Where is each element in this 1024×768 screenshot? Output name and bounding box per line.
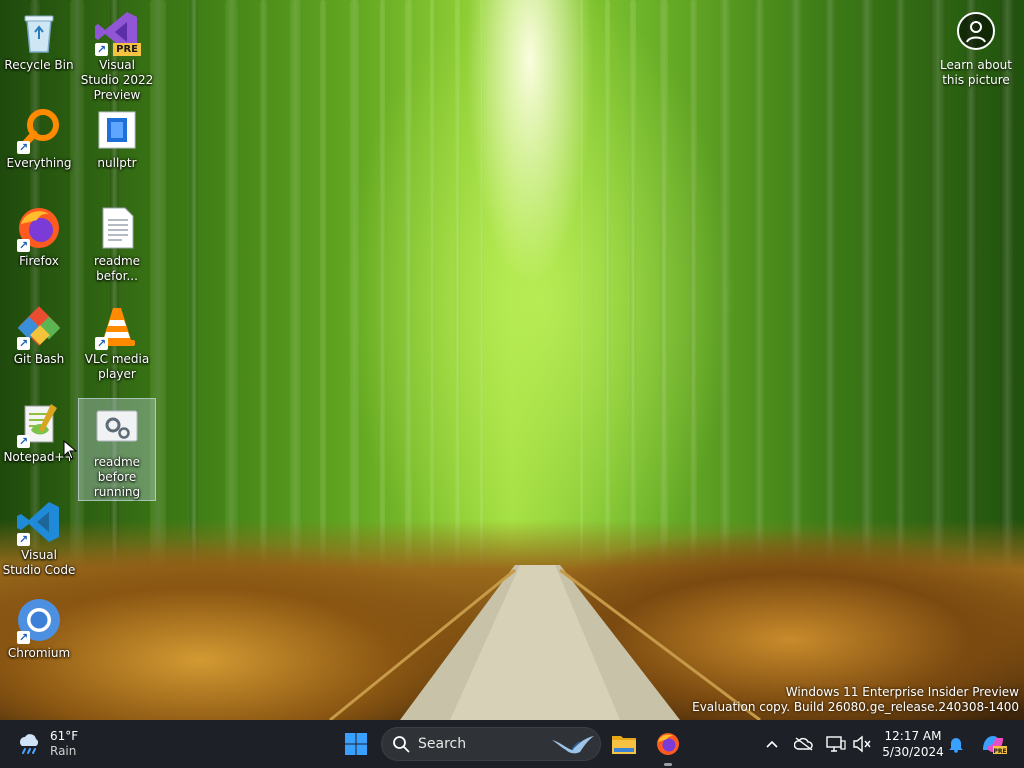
desktop-icon-label: Git Bash [13,352,65,366]
desktop-icon-label: Visual Studio 2022 Preview [80,58,154,102]
desktop-icon-everything[interactable]: ↗ Everything [1,106,77,171]
rain-cloud-icon [20,734,39,754]
windows-logo-icon [345,733,367,755]
desktop-icon-label: Firefox [19,254,59,268]
windows-watermark: Windows 11 Enterprise Insider Preview Ev… [692,685,1019,715]
desktop-icon-readme-running[interactable]: readme before running [78,398,156,501]
desktop-icon-label: readme befor... [93,254,141,283]
everything-search-icon: ↗ [15,106,63,154]
taskbar-clock[interactable]: 12:17 AM 5/30/2024 [880,728,946,760]
notifications-button[interactable] [944,732,968,756]
desktop-icon-label: nullptr [97,156,137,170]
visual-studio-icon: ↗ PRE [93,8,141,56]
clock-date: 5/30/2024 [882,745,944,759]
folder-icon [612,736,636,754]
chevron-up-icon [766,740,778,748]
firefox-taskbar-button[interactable] [650,726,686,762]
search-icon [393,736,410,753]
running-indicator [664,763,672,766]
shortcut-arrow-icon: ↗ [17,239,30,252]
taskbar: 61°F Rain Search 12:17 AM 5/30/2024 PRE [0,720,1024,768]
shortcut-arrow-icon: ↗ [17,435,30,448]
desktop-icon-visual-studio[interactable]: ↗ PRE Visual Studio 2022 Preview [79,8,155,103]
watermark-line2: Evaluation copy. Build 26080.ge_release.… [692,700,1019,714]
network-tray-button[interactable] [824,732,848,756]
desktop-icon-nullptr[interactable]: nullptr [79,106,155,171]
file-explorer-button[interactable] [606,726,642,762]
weather-condition: Rain [50,744,77,758]
desktop-icon-vscode[interactable]: ↗ Visual Studio Code [1,498,77,578]
git-bash-icon: ↗ [15,302,63,350]
bell-icon [949,738,963,753]
recycle-bin-icon [15,8,63,56]
text-file-icon [93,204,141,252]
shortcut-arrow-icon: ↗ [17,141,30,154]
watermark-line1: Windows 11 Enterprise Insider Preview [785,685,1019,699]
firefox-icon: ↗ [15,204,63,252]
desktop-icon-vlc[interactable]: ↗ VLC media player [79,302,155,382]
desktop-icon-readme-text[interactable]: readme befor... [79,204,155,284]
desktop-icon-label: Visual Studio Code [2,548,76,577]
settings-gear-icon [93,405,141,453]
document-icon [93,106,141,154]
desktop-icon-label: readme before running [93,455,141,499]
desktop-icon-firefox[interactable]: ↗ Firefox [1,204,77,269]
weather-temperature: 61°F [50,729,79,743]
copilot-preview-icon: PRE [983,736,1007,755]
svg-text:PRE: PRE [993,748,1006,755]
copilot-button[interactable]: PRE [978,732,1008,756]
learn-about-picture-button[interactable]: Learn about this picture [938,12,1014,88]
shortcut-arrow-icon: ↗ [17,533,30,546]
desktop-icon-label: Chromium [7,646,71,660]
show-hidden-icons-button[interactable] [760,732,784,756]
firefox-icon [657,733,679,755]
desktop-icon-recycle-bin[interactable]: Recycle Bin [1,8,77,73]
taskbar-search-box[interactable]: Search [381,727,601,761]
cloud-off-icon [794,737,813,751]
shortcut-arrow-icon: ↗ [95,43,108,56]
notepad-plus-plus-icon: ↗ [15,400,63,448]
camera-info-icon [957,12,995,50]
search-highlight-bird-icon [552,736,594,754]
start-button[interactable] [338,726,374,762]
desktop-icon-git-bash[interactable]: ↗ Git Bash [1,302,77,367]
vlc-icon: ↗ [93,302,141,350]
shortcut-arrow-icon: ↗ [17,631,30,644]
desktop-icon-label: VLC media player [84,352,150,381]
weather-widget[interactable]: 61°F Rain [16,728,78,760]
learn-about-picture-label: Learn about this picture [940,58,1012,87]
volume-tray-button[interactable] [850,732,874,756]
network-monitor-icon [826,736,846,752]
shortcut-arrow-icon: ↗ [95,337,108,350]
onedrive-tray-button[interactable] [792,732,816,756]
desktop-icon-chromium[interactable]: ↗ Chromium [1,596,77,661]
search-label: Search [418,736,467,752]
shortcut-arrow-icon: ↗ [17,337,30,350]
clock-time: 12:17 AM [884,729,942,743]
desktop-icon-label: Recycle Bin [4,58,74,72]
desktop-icon-label: Everything [6,156,72,170]
preview-badge: PRE [113,43,141,56]
vscode-icon: ↗ [15,498,63,546]
speaker-muted-icon [853,735,871,753]
chromium-icon: ↗ [15,596,63,644]
mouse-cursor-icon [63,440,77,460]
